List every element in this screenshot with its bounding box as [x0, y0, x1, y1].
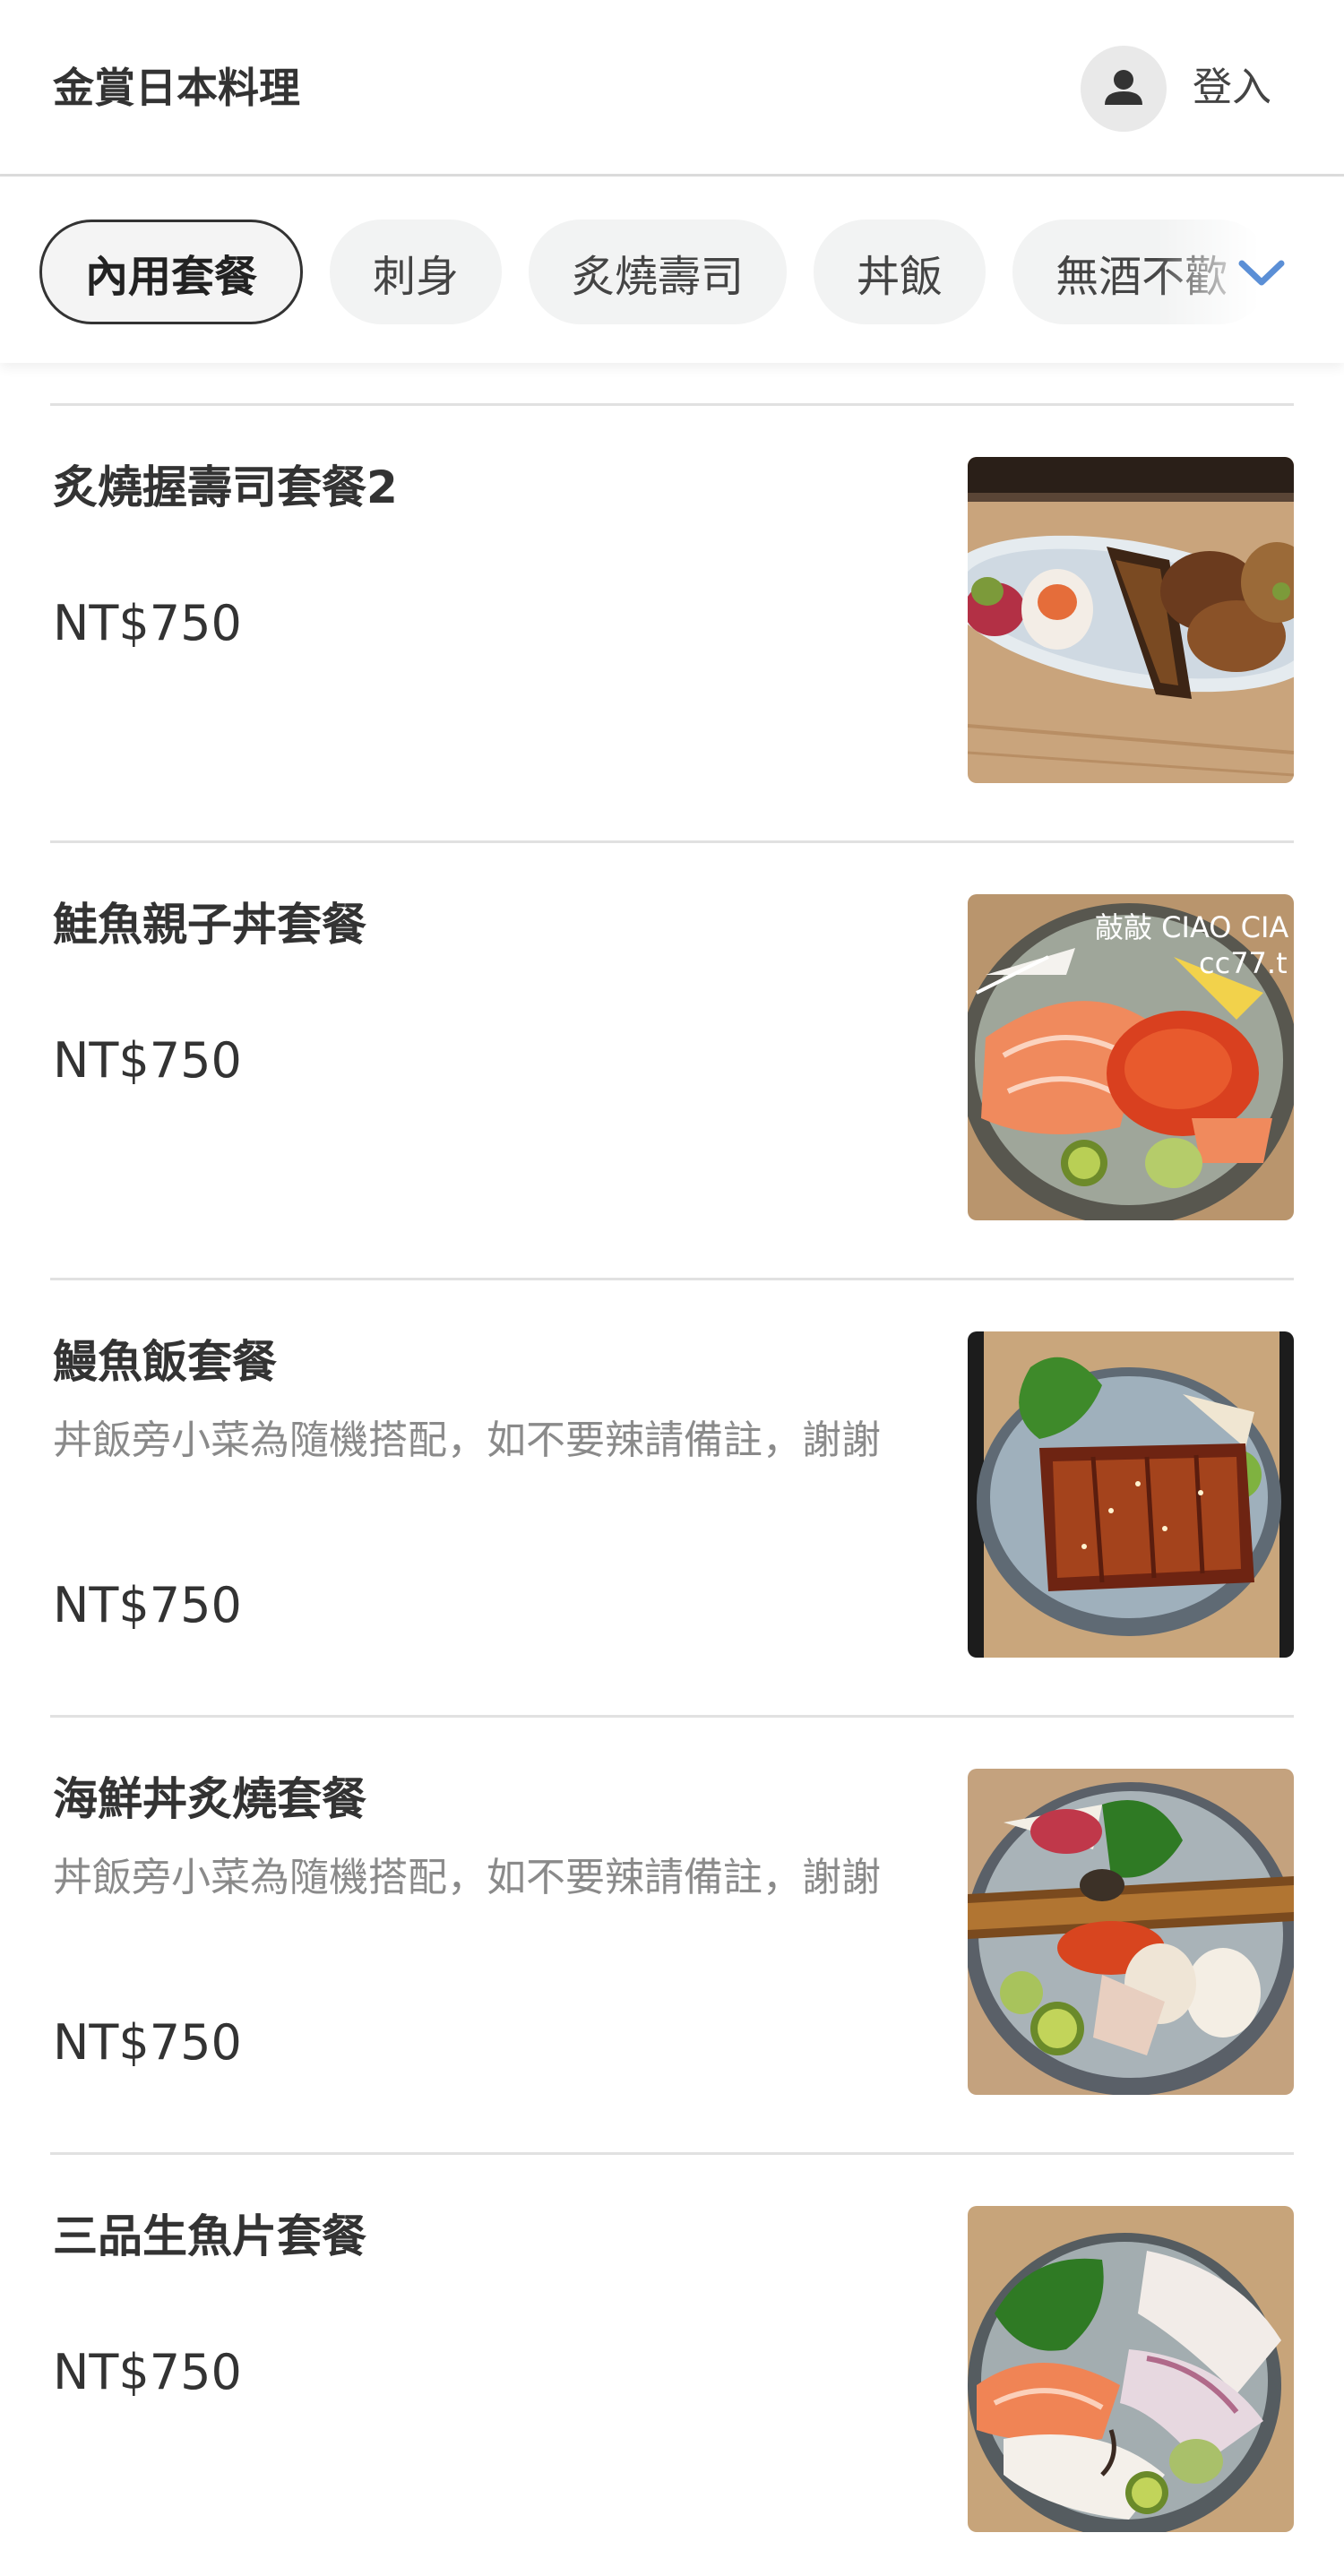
item-photo[interactable]: [968, 1769, 1294, 2095]
item-description: 丼飯旁小菜為隨機搭配，如不要辣請備註，謝謝: [53, 1417, 881, 1463]
item-name: 鰻魚飯套餐: [53, 1336, 277, 1388]
item-photo[interactable]: [968, 1331, 1294, 1658]
menu-item[interactable]: 炙燒握壽司套餐2 NT$750: [50, 403, 1294, 840]
tab-seared-sushi[interactable]: 炙燒壽司: [529, 220, 788, 324]
photo-watermark: 敲敲 CIAO CIA: [1095, 910, 1288, 944]
menu-list: 炙燒握壽司套餐2 NT$750 鮭魚親子丼套餐 NT$750 敲敲 CIAO C…: [0, 403, 1344, 2573]
top-header: 金賞日本料理 登入: [0, 0, 1344, 177]
menu-item[interactable]: 鰻魚飯套餐 丼飯旁小菜為隨機搭配，如不要辣請備註，謝謝 NT$750: [50, 1278, 1294, 1715]
tab-sashimi[interactable]: 刺身: [330, 220, 503, 324]
item-name: 鮭魚親子丼套餐: [53, 899, 366, 951]
chevron-down-icon[interactable]: [1229, 240, 1294, 305]
login-button[interactable]: 登入: [1193, 61, 1271, 115]
photo-watermark-2: cc77.t: [1199, 946, 1288, 980]
menu-item[interactable]: 海鮮丼炙燒套餐 丼飯旁小菜為隨機搭配，如不要辣請備註，謝謝 NT$750: [50, 1715, 1294, 2152]
item-photo[interactable]: [968, 2206, 1294, 2532]
item-price: NT$750: [53, 1032, 242, 1089]
item-name: 三品生魚片套餐: [53, 2210, 366, 2262]
item-price: NT$750: [53, 2014, 242, 2071]
user-avatar-icon[interactable]: [1081, 46, 1167, 132]
category-tabs: 內用套餐 刺身 炙燒壽司 丼飯 無酒不歡: [39, 220, 1271, 324]
store-name: 金賞日本料理: [53, 64, 300, 112]
item-photo[interactable]: 敲敲 CIAO CIA cc77.t: [968, 894, 1294, 1220]
item-description: 丼飯旁小菜為隨機搭配，如不要辣請備註，謝謝: [53, 1855, 881, 1900]
tab-rice-bowls[interactable]: 丼飯: [814, 220, 986, 324]
menu-item[interactable]: 鮭魚親子丼套餐 NT$750 敲敲 CIAO CIA cc77.t: [50, 840, 1294, 1278]
item-name: 炙燒握壽司套餐2: [53, 461, 398, 513]
item-photo[interactable]: [968, 457, 1294, 783]
item-price: NT$750: [53, 595, 242, 651]
item-price: NT$750: [53, 1577, 242, 1633]
menu-item[interactable]: 三品生魚片套餐 NT$750: [50, 2152, 1294, 2573]
tab-dine-in-sets[interactable]: 內用套餐: [39, 220, 304, 324]
category-tab-bar: 內用套餐 刺身 炙燒壽司 丼飯 無酒不歡: [0, 177, 1344, 363]
item-name: 海鮮丼炙燒套餐: [53, 1773, 366, 1825]
item-price: NT$750: [53, 2344, 242, 2400]
